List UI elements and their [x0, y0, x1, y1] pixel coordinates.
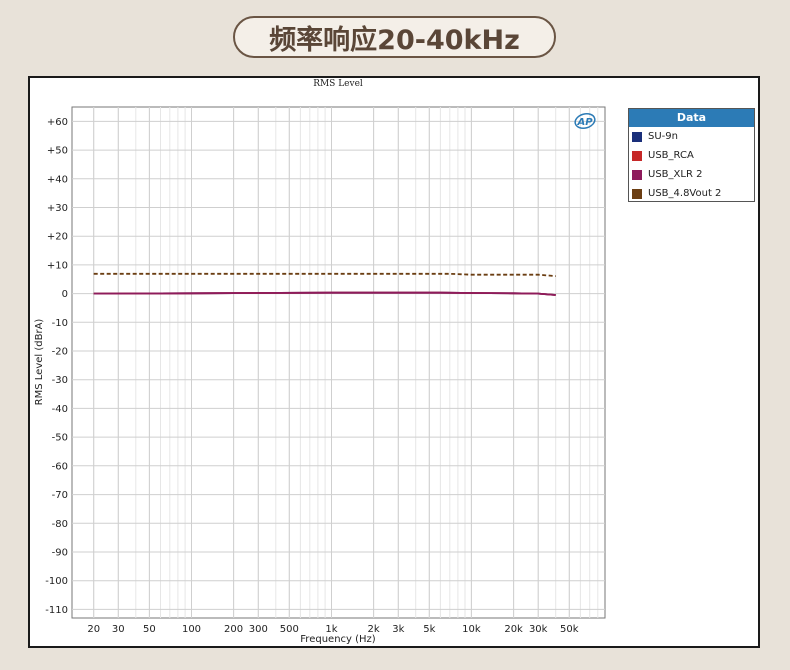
y-tick-label: +60 — [47, 117, 68, 128]
y-tick-label: +50 — [47, 146, 68, 157]
x-tick-label: 5k — [423, 624, 435, 635]
legend-swatch — [632, 150, 642, 161]
legend: Data SU-9n USB_RCA USB_XLR 2 USB_4.8Vout… — [628, 108, 755, 202]
y-tick-label: -80 — [52, 519, 68, 530]
x-tick-label: 20k — [504, 624, 523, 635]
chart-title: RMS Level — [313, 79, 363, 89]
plot-area — [71, 106, 606, 619]
frequency-response-chart: RMS Level +60 +50 +40 +30 +20 +10 0 -10 -20 -30 -4… — [34, 79, 606, 645]
legend-swatch — [632, 169, 642, 180]
x-tick-label: 50k — [560, 624, 579, 635]
y-axis-ticks: +60 +50 +40 +30 +20 +10 0 -10 -20 -30 -40 -50 -60 -70… — [45, 117, 68, 616]
legend-item: SU-9n — [629, 127, 754, 146]
legend-swatch — [632, 131, 642, 142]
y-tick-label: 0 — [62, 289, 68, 300]
x-tick-label: 500 — [280, 624, 299, 635]
legend-label: USB_4.8Vout 2 — [648, 188, 722, 199]
y-tick-label: -20 — [52, 347, 68, 358]
x-tick-label: 50 — [143, 624, 156, 635]
y-tick-label: +10 — [47, 260, 68, 271]
legend-swatch — [632, 188, 642, 199]
legend-header: Data — [629, 109, 754, 127]
y-tick-label: +40 — [47, 174, 68, 185]
y-tick-label: -70 — [52, 490, 68, 501]
y-tick-label: -10 — [52, 318, 68, 329]
x-tick-label: 30 — [112, 624, 125, 635]
x-tick-label: 30k — [529, 624, 548, 635]
legend-label: USB_RCA — [648, 150, 694, 161]
y-tick-label: -40 — [52, 404, 68, 415]
legend-item: USB_XLR 2 — [629, 165, 754, 184]
y-tick-label: -90 — [52, 548, 68, 559]
y-tick-label: -110 — [45, 605, 68, 616]
y-axis-label: RMS Level (dBrA) — [34, 319, 45, 406]
y-tick-label: -60 — [52, 461, 68, 472]
x-axis-label: Frequency (Hz) — [300, 634, 376, 645]
x-tick-label: 10k — [462, 624, 481, 635]
x-tick-label: 100 — [182, 624, 201, 635]
x-tick-label: 200 — [224, 624, 243, 635]
y-tick-label: +30 — [47, 203, 68, 214]
x-tick-label: 3k — [392, 624, 404, 635]
x-tick-label: 20 — [87, 624, 100, 635]
y-tick-label: -100 — [45, 576, 68, 587]
legend-label: USB_XLR 2 — [648, 169, 703, 180]
y-tick-label: -30 — [52, 375, 68, 386]
legend-item: USB_RCA — [629, 146, 754, 165]
legend-item: USB_4.8Vout 2 — [629, 184, 754, 203]
legend-label: SU-9n — [648, 131, 678, 142]
y-tick-label: +20 — [47, 232, 68, 243]
x-tick-label: 300 — [249, 624, 268, 635]
ap-logo-text: AP — [576, 117, 593, 128]
y-tick-label: -50 — [52, 433, 68, 444]
